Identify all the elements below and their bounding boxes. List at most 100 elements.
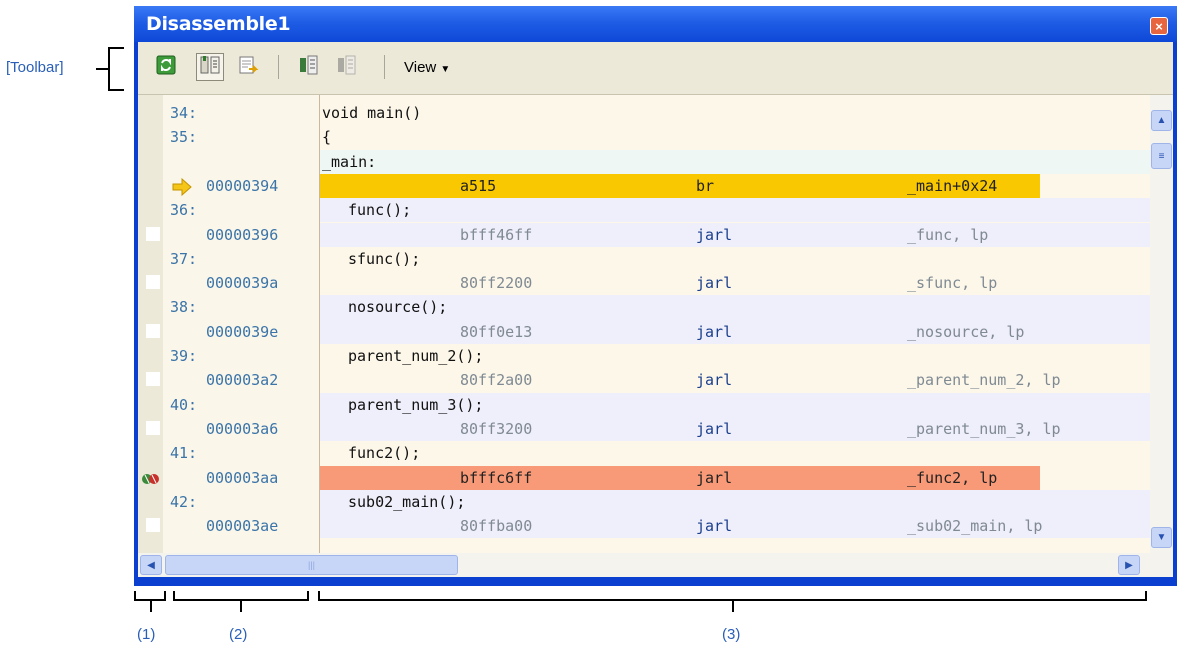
toolbar: View ▼ <box>138 42 1173 95</box>
event-mark-slot[interactable] <box>146 226 160 241</box>
event-mark-slot[interactable] <box>146 420 160 435</box>
instruction-code: 80ff2200 <box>460 274 533 293</box>
current-pc-arrow-icon[interactable] <box>172 177 192 201</box>
source-line-text: sub02_main(); <box>348 492 466 511</box>
source-line-text: nosource(); <box>348 298 448 317</box>
instruction-address: 000003ae <box>206 517 279 536</box>
toolbar-separator <box>278 55 279 79</box>
instruction-operand: _nosource, lp <box>907 322 1025 341</box>
title-bar[interactable]: Disassemble1 × <box>134 6 1177 42</box>
area2-label: (2) <box>229 626 248 643</box>
toggle-source-button[interactable] <box>196 53 224 81</box>
jump-to-address-button[interactable] <box>294 53 322 81</box>
disassembly-row[interactable]: 80ff0e13 jarl _nosource, lp <box>320 319 1150 344</box>
instruction-mnemonic: jarl <box>696 274 733 293</box>
disassembly-row[interactable]: 80ff2200 jarl _sfunc, lp <box>320 271 1150 296</box>
disassembly-row[interactable]: 80ff3200 jarl _parent_num_3, lp <box>320 416 1150 442</box>
instruction-operand: _sub02_main, lp <box>907 517 1043 536</box>
vertical-scrollbar[interactable]: ▲ ≡ ▼ <box>1150 95 1173 553</box>
instruction-operand: _func2, lp <box>907 468 998 487</box>
instruction-code: 80ff0e13 <box>460 322 533 341</box>
disassembly-code-area[interactable]: void main() { _main: a515 br _main+0x24 func()… <box>320 95 1150 553</box>
source-line-number: 35: <box>170 128 198 147</box>
event-mark-slot[interactable] <box>146 518 160 533</box>
symbol-display-button[interactable] <box>332 53 360 81</box>
toolbar-callout-label: [Toolbar] <box>6 59 64 76</box>
event-mark-slot[interactable] <box>146 323 160 338</box>
disassembly-row[interactable]: bfff46ff jarl _func, lp <box>320 222 1150 247</box>
instruction-operand: _parent_num_2, lp <box>907 371 1061 390</box>
disassembly-row[interactable]: sfunc(); <box>320 246 1150 272</box>
instruction-operand: _main+0x24 <box>907 176 998 195</box>
scroll-down-button[interactable]: ▼ <box>1151 527 1172 548</box>
instruction-operand: _func, lp <box>907 225 989 244</box>
instruction-address: 0000039e <box>206 322 279 341</box>
source-line-number: 34: <box>170 104 198 122</box>
instruction-address: 000003a2 <box>206 371 279 390</box>
instruction-address: 000003aa <box>206 468 279 487</box>
source-line-number: 41: <box>170 444 198 463</box>
disassemble-window: Disassemble1 × View ▼ void main() {_mai… <box>134 6 1177 586</box>
view-menu-button[interactable]: View ▼ <box>404 59 450 76</box>
source-line-number: 36: <box>170 201 198 220</box>
disassembly-row[interactable]: _main: <box>320 149 1150 174</box>
chevron-down-icon: ▼ <box>440 64 451 75</box>
disassembly-row[interactable]: void main() <box>320 101 1150 126</box>
event-mark-slot[interactable] <box>146 275 160 290</box>
instruction-address: 0000039a <box>206 274 279 293</box>
area1-label: (1) <box>137 626 156 643</box>
source-line-text: sfunc(); <box>348 249 421 268</box>
horizontal-scrollbar[interactable]: ◀ ||| ▶ <box>138 553 1173 577</box>
disassembly-row[interactable]: parent_num_3(); <box>320 392 1150 417</box>
disassembly-row[interactable] <box>320 538 1150 549</box>
instruction-address: 00000396 <box>206 225 279 244</box>
disassembly-row[interactable]: parent_num_2(); <box>320 344 1150 369</box>
view-menu-label: View <box>404 59 437 76</box>
disassembly-row[interactable]: { <box>320 125 1150 150</box>
toolbar-separator <box>384 55 385 79</box>
output-icon <box>237 54 259 81</box>
scroll-right-button[interactable]: ▶ <box>1118 555 1140 575</box>
scroll-up-button[interactable]: ▲ <box>1151 110 1172 131</box>
event-mark-slot[interactable] <box>146 372 160 387</box>
instruction-code: bfffc6ff <box>460 468 533 487</box>
close-icon: × <box>1155 18 1163 34</box>
jump-to-address-icon <box>297 54 319 81</box>
source-line-text: _main: <box>322 152 377 171</box>
instruction-mnemonic: jarl <box>696 468 733 487</box>
instruction-mnemonic: jarl <box>696 419 733 438</box>
output-button[interactable] <box>234 53 262 81</box>
instruction-code: 80ffba00 <box>460 517 533 536</box>
instruction-code: 80ff3200 <box>460 419 533 438</box>
disassembly-row[interactable]: nosource(); <box>320 295 1150 320</box>
source-line-number: 38: <box>170 298 198 317</box>
instruction-mnemonic: jarl <box>696 371 733 390</box>
refresh-icon <box>156 55 176 80</box>
instruction-mnemonic: jarl <box>696 225 733 244</box>
instruction-operand: _parent_num_3, lp <box>907 419 1061 438</box>
instruction-operand: _sfunc, lp <box>907 274 998 293</box>
disassembly-panel[interactable]: void main() { _main: a515 br _main+0x24 func()… <box>138 95 1173 553</box>
instruction-address: 000003a6 <box>206 419 279 438</box>
instruction-address: 00000394 <box>206 176 279 195</box>
instruction-mnemonic: jarl <box>696 322 733 341</box>
disassembly-row[interactable]: a515 br _main+0x24 <box>320 173 1150 199</box>
source-line-text: parent_num_3(); <box>348 395 484 414</box>
scroll-left-button[interactable]: ◀ <box>140 555 162 575</box>
disassembly-row[interactable]: 80ff2a00 jarl _parent_num_2, lp <box>320 368 1150 393</box>
close-button[interactable]: × <box>1150 17 1168 35</box>
disassembly-row[interactable]: bfffc6ff jarl _func2, lp <box>320 465 1150 490</box>
instruction-code: 80ff2a00 <box>460 371 533 390</box>
vertical-scroll-thumb[interactable]: ≡ <box>1151 143 1172 169</box>
toolbar-callout-bracket <box>108 47 110 91</box>
refresh-button[interactable] <box>152 53 180 81</box>
toggle-source-icon <box>199 54 221 81</box>
breakpoint-icon[interactable] <box>140 470 162 493</box>
source-line-text: parent_num_2(); <box>348 347 484 365</box>
instruction-mnemonic: jarl <box>696 517 733 536</box>
horizontal-scroll-thumb[interactable]: ||| <box>165 555 458 575</box>
disassembly-row[interactable]: sub02_main(); <box>320 489 1150 515</box>
disassembly-row[interactable]: 80ffba00 jarl _sub02_main, lp <box>320 514 1150 539</box>
disassembly-row[interactable]: func2(); <box>320 441 1150 466</box>
disassembly-row[interactable]: func(); <box>320 198 1150 223</box>
